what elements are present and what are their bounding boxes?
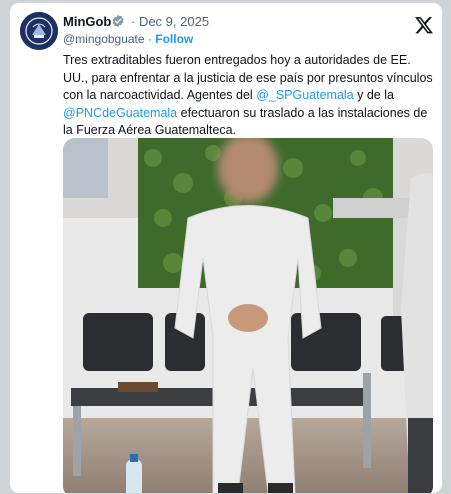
tweet-text: Tres extraditables fueron entregados hoy… [63,52,439,140]
tweet-text-part: y de la [353,88,394,102]
tweet-card[interactable]: MinGob · Dec 9, 2025 @mingobguate · Foll… [9,2,443,494]
handle-row: @mingobguate · Follow [63,32,193,46]
avatar[interactable] [20,12,58,50]
tweet-photo[interactable] [63,138,433,493]
guatemala-coat-of-arms-icon [20,12,58,50]
mention-link[interactable]: @_SPGuatemala [256,88,353,102]
verified-badge-icon [112,14,124,28]
photo-scene [63,138,433,493]
separator: · [144,32,156,46]
follow-button[interactable]: Follow [155,32,193,46]
handle[interactable]: @mingobguate [63,32,145,46]
tweet-date[interactable]: · Dec 9, 2025 [131,14,209,29]
x-logo-icon[interactable] [414,15,434,35]
display-name[interactable]: MinGob [63,14,111,29]
mention-link[interactable]: @PNCdeGuatemala [63,106,177,120]
